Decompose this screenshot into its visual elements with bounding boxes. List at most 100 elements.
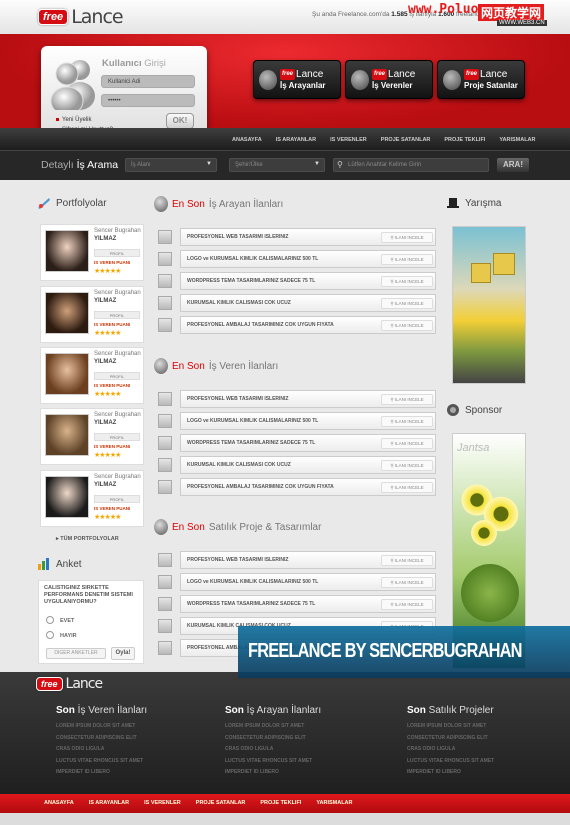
poll-radio-no[interactable]: [46, 631, 54, 639]
job-seekers-button[interactable]: free Lance İş Arayanlar: [253, 60, 341, 99]
portfolio-card[interactable]: Sencer Bugrahan YILMAZ PROFIL IS VEREN PU…: [40, 470, 144, 527]
other-polls-button[interactable]: DIGER ANKETLER: [46, 648, 106, 659]
portfolio-card[interactable]: Sencer Bugrahan YILMAZ PROFIL IS VEREN PU…: [40, 286, 144, 343]
footer-link[interactable]: CRAS ODIO LIGULA: [225, 744, 312, 756]
footer-nav-contests[interactable]: YARISMALAR: [316, 800, 352, 806]
nav-home[interactable]: ANASAYFA: [232, 137, 262, 143]
view-listing-button[interactable]: ⚲ ILANI INCELE: [381, 481, 433, 493]
listing-title[interactable]: PROFESYONEL WEB TASARIMI ISLERINIZ: [187, 396, 289, 402]
city-select[interactable]: Şehir/Ülke: [229, 158, 325, 172]
footer-link[interactable]: CONSECTETUR ADIPISCING ELIT: [407, 733, 494, 745]
nav-job-seekers[interactable]: IS ARAYANLAR: [276, 137, 316, 143]
employers-button[interactable]: free Lance İş Verenler: [345, 60, 433, 99]
listing-row[interactable]: PROFESYONEL WEB TASARIMI ISLERINIZ ⚲ ILAN…: [158, 551, 436, 569]
footer-nav-project-sellers[interactable]: PROJE SATANLAR: [196, 800, 246, 806]
footer-link[interactable]: CRAS ODIO LIGULA: [407, 744, 494, 756]
project-sellers-button[interactable]: free Lance Proje Satanlar: [437, 60, 525, 99]
portfolio-card[interactable]: Sencer Bugrahan YILMAZ PROFIL IS VEREN PU…: [40, 224, 144, 281]
listing-row[interactable]: WORDPRESS TEMA TASARIMLARINIZ SADECE 75 …: [158, 595, 436, 613]
listing-title[interactable]: PROFESYONEL AMBALAJ TASARIMINIZ COK UYGU…: [187, 322, 334, 328]
footer-link[interactable]: CRAS ODIO LIGULA: [56, 744, 143, 756]
listing-row[interactable]: PROFESYONEL AMBALAJ TASARIMINIZ COK UYGU…: [158, 316, 436, 334]
portfolio-card[interactable]: Sencer Bugrahan YILMAZ PROFIL IS VEREN PU…: [40, 408, 144, 465]
view-listing-button[interactable]: ⚲ ILANI INCELE: [381, 459, 433, 471]
login-ok-button[interactable]: OK!: [166, 113, 194, 129]
listing-row[interactable]: PROFESYONEL AMBALAJ TASARIMINIZ COK UYGU…: [158, 478, 436, 496]
profile-button[interactable]: PROFIL: [94, 495, 140, 503]
poll-radio-yes[interactable]: [46, 616, 54, 624]
listing-title[interactable]: LOGO ve KURUMSAL KIMLIK CALISMALARINIZ 5…: [187, 256, 318, 262]
listing-title[interactable]: LOGO ve KURUMSAL KIMLIK CALISMALARINIZ 5…: [187, 579, 318, 585]
footer-link[interactable]: IMPERDIET ID LIBERO: [56, 767, 143, 779]
keyword-input[interactable]: Lütfen Anahtar Kelime Girin: [333, 158, 489, 172]
listing-title[interactable]: WORDPRESS TEMA TASARIMLARINIZ SADECE 75 …: [187, 601, 315, 607]
footer-nav-employers[interactable]: IS VERENLER: [144, 800, 181, 806]
portfolio-card[interactable]: Sencer Bugrahan YILMAZ PROFIL IS VEREN PU…: [40, 347, 144, 404]
footer-link[interactable]: LOREM IPSUM DOLOR SIT AMET: [56, 721, 143, 733]
listing-row[interactable]: PROFESYONEL WEB TASARIMI ISLERINIZ ⚲ ILAN…: [158, 390, 436, 408]
view-listing-button[interactable]: ⚲ ILANI INCELE: [381, 576, 433, 588]
search-button[interactable]: ARA!: [497, 158, 529, 172]
nav-project-sellers[interactable]: PROJE SATANLAR: [381, 137, 431, 143]
footer-logo[interactable]: free Lance: [36, 676, 103, 692]
listing-title[interactable]: PROFESYONEL WEB TASARIMI ISLERINIZ: [187, 557, 289, 563]
listing-row[interactable]: LOGO ve KURUMSAL KIMLIK CALISMALARINIZ 5…: [158, 573, 436, 591]
portfolio-photo[interactable]: [45, 230, 89, 272]
footer-link[interactable]: CONSECTETUR ADIPISCING ELIT: [56, 733, 143, 745]
view-listing-button[interactable]: ⚲ ILANI INCELE: [381, 598, 433, 610]
password-input[interactable]: ••••••: [101, 94, 195, 107]
site-logo[interactable]: free Lance: [38, 6, 124, 28]
listing-title[interactable]: WORDPRESS TEMA TASARIMLARINIZ SADECE 75 …: [187, 278, 315, 284]
listing-title[interactable]: WORDPRESS TEMA TASARIMLARINIZ SADECE 75 …: [187, 440, 315, 446]
nav-employers[interactable]: IS VERENLER: [330, 137, 367, 143]
footer-link[interactable]: IMPERDIET ID LIBERO: [225, 767, 312, 779]
view-listing-button[interactable]: ⚲ ILANI INCELE: [381, 275, 433, 287]
view-listing-button[interactable]: ⚲ ILANI INCELE: [381, 231, 433, 243]
footer-link[interactable]: LUCTUS VITAE RHONCUS SIT AMET: [225, 756, 312, 768]
profile-button[interactable]: PROFIL: [94, 311, 140, 319]
footer-link[interactable]: LOREM IPSUM DOLOR SIT AMET: [225, 721, 312, 733]
listing-row[interactable]: WORDPRESS TEMA TASARIMLARINIZ SADECE 75 …: [158, 434, 436, 452]
all-portfolios-link[interactable]: ▸ TÜM PORTFOLYOLAR: [56, 536, 119, 542]
listing-title[interactable]: KURUMSAL KIMLIK CALISMASI COK UCUZ: [187, 462, 291, 468]
vote-button[interactable]: Oyla!: [111, 647, 135, 660]
listing-row[interactable]: LOGO ve KURUMSAL KIMLIK CALISMALARINIZ 5…: [158, 250, 436, 268]
listing-title[interactable]: KURUMSAL KIMLIK CALISMASI COK UCUZ: [187, 300, 291, 306]
footer-nav-job-seekers[interactable]: IS ARAYANLAR: [89, 800, 129, 806]
view-listing-button[interactable]: ⚲ ILANI INCELE: [381, 554, 433, 566]
footer-nav-project-offer[interactable]: PROJE TEKLIFI: [260, 800, 301, 806]
username-input[interactable]: Kullanici Adi: [101, 75, 195, 88]
portfolio-photo[interactable]: [45, 353, 89, 395]
footer-link[interactable]: LUCTUS VITAE RHONCUS SIT AMET: [56, 756, 143, 768]
listing-title[interactable]: LOGO ve KURUMSAL KIMLIK CALISMALARINIZ 5…: [187, 418, 318, 424]
footer-link[interactable]: CONSECTETUR ADIPISCING ELIT: [225, 733, 312, 745]
footer-nav-home[interactable]: ANASAYFA: [44, 800, 74, 806]
portfolio-photo[interactable]: [45, 414, 89, 456]
view-listing-button[interactable]: ⚲ ILANI INCELE: [381, 297, 433, 309]
nav-contests[interactable]: YARISMALAR: [499, 137, 535, 143]
profile-button[interactable]: PROFIL: [94, 433, 140, 441]
view-listing-button[interactable]: ⚲ ILANI INCELE: [381, 319, 433, 331]
view-listing-button[interactable]: ⚲ ILANI INCELE: [381, 253, 433, 265]
field-select[interactable]: İş Alanı: [125, 158, 217, 172]
listing-title[interactable]: PROFESYONEL WEB TASARIMI ISLERINIZ: [187, 234, 289, 240]
listing-row[interactable]: LOGO ve KURUMSAL KIMLIK CALISMALARINIZ 5…: [158, 412, 436, 430]
view-listing-button[interactable]: ⚲ ILANI INCELE: [381, 415, 433, 427]
listing-row[interactable]: PROFESYONEL WEB TASARIMI ISLERINIZ ⚲ ILAN…: [158, 228, 436, 246]
listing-row[interactable]: WORDPRESS TEMA TASARIMLARINIZ SADECE 75 …: [158, 272, 436, 290]
footer-link[interactable]: LUCTUS VITAE RHONCUS SIT AMET: [407, 756, 494, 768]
listing-row[interactable]: KURUMSAL KIMLIK CALISMASI COK UCUZ ⚲ ILAN…: [158, 294, 436, 312]
nav-project-offer[interactable]: PROJE TEKLIFI: [444, 137, 485, 143]
profile-button[interactable]: PROFIL: [94, 372, 140, 380]
contest-ad-image[interactable]: [452, 226, 526, 384]
profile-button[interactable]: PROFIL: [94, 249, 140, 257]
footer-link[interactable]: LOREM IPSUM DOLOR SIT AMET: [407, 721, 494, 733]
portfolio-photo[interactable]: [45, 292, 89, 334]
register-link[interactable]: Yeni Üyelik: [56, 115, 113, 125]
footer-link[interactable]: IMPERDIET ID LIBERO: [407, 767, 494, 779]
view-listing-button[interactable]: ⚲ ILANI INCELE: [381, 393, 433, 405]
listing-row[interactable]: KURUMSAL KIMLIK CALISMASI COK UCUZ ⚲ ILAN…: [158, 456, 436, 474]
portfolio-photo[interactable]: [45, 476, 89, 518]
view-listing-button[interactable]: ⚲ ILANI INCELE: [381, 437, 433, 449]
listing-title[interactable]: PROFESYONEL AMBALAJ TASARIMINIZ COK UYGU…: [187, 484, 334, 490]
